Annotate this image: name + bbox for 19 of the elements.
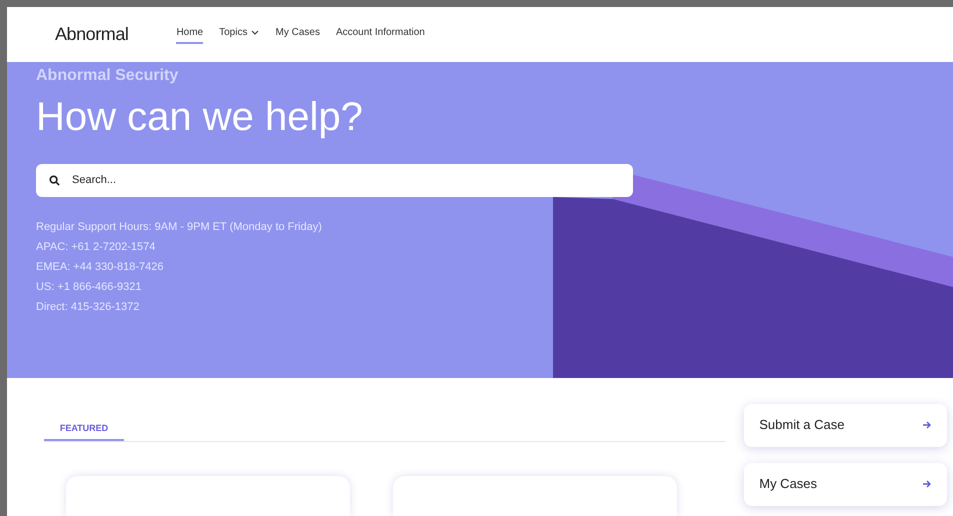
search-icon [49, 174, 60, 186]
hero-title: How can we help? [36, 94, 364, 141]
action-card[interactable]: My Cases [744, 462, 947, 506]
eyebrow-text: Abnormal Security [36, 66, 180, 86]
nav-link[interactable]: Account Information [336, 24, 425, 44]
arrow-right-icon [922, 479, 932, 489]
support-info-text: US: +1 866-466-9321 [36, 280, 142, 295]
support-info-text: Direct: 415-326-1372 [36, 300, 140, 315]
support-info-text: Regular Support Hours: 9AM - 9PM ET (Monday to Friday) [36, 220, 323, 235]
nav-link[interactable]: My Cases [275, 24, 320, 44]
nav-link[interactable]: Home [176, 24, 204, 44]
action-card[interactable]: Submit a Case [744, 404, 947, 446]
support-info-text: APAC: +61 2-7202-1574 [36, 240, 156, 255]
tab[interactable]: FEATURED [44, 422, 124, 441]
nav-link[interactable]: Topics [219, 24, 260, 44]
arrow-right-icon [922, 420, 932, 430]
logo[interactable]: Abnormal [55, 20, 128, 48]
search-field[interactable]: Search... [36, 164, 633, 197]
support-info-text: EMEA: +44 330-818-7426 [36, 260, 165, 275]
